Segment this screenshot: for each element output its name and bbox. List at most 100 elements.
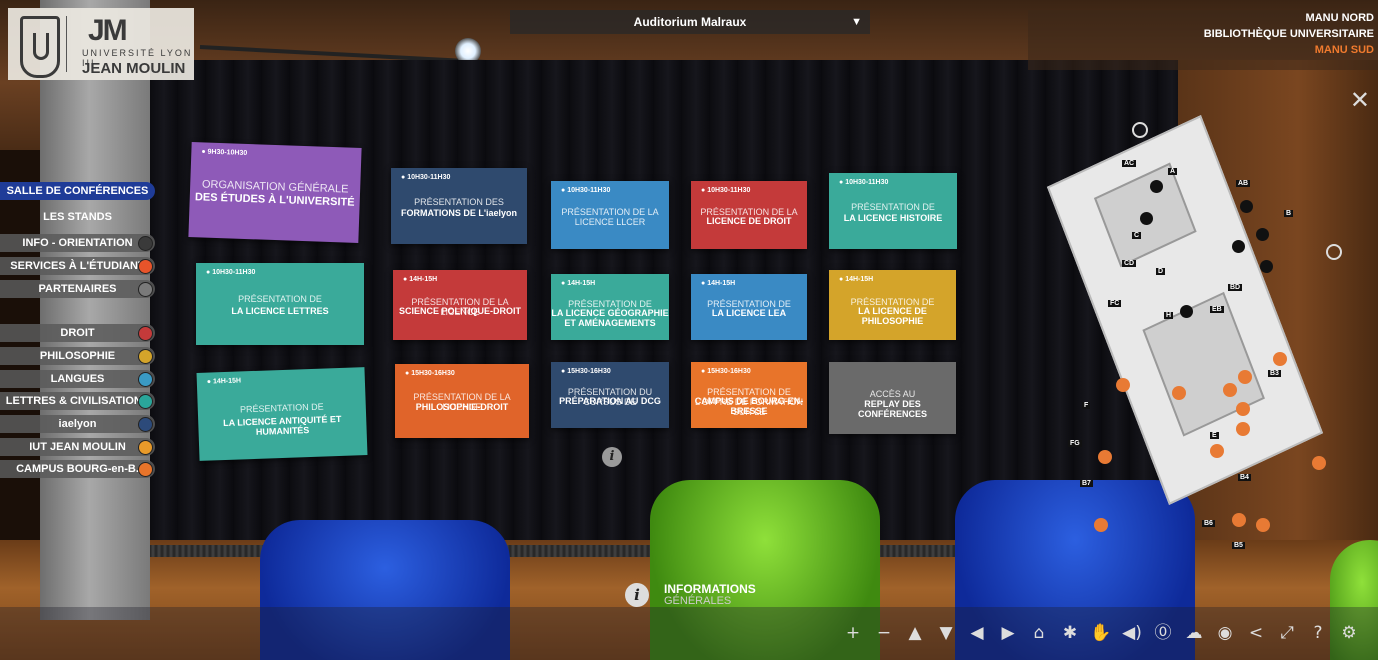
menu-item-philosophie[interactable]: PHILOSOPHIE: [0, 347, 155, 365]
plan-marker: [1256, 228, 1269, 241]
info-icon[interactable]: i: [602, 447, 622, 467]
menu-item-droit[interactable]: DROIT: [0, 324, 155, 342]
plan-label: EB: [1210, 306, 1224, 313]
help-icon[interactable]: ?: [1305, 620, 1331, 646]
menu-item-salle-conferences[interactable]: SALLE DE CONFÉRENCES: [0, 182, 155, 200]
autorotate-icon[interactable]: ✱: [1057, 620, 1083, 646]
zoom-in-icon[interactable]: +: [840, 620, 866, 646]
stand-hotspot[interactable]: [1210, 444, 1224, 458]
stand-hotspot[interactable]: [1236, 402, 1250, 416]
building-nord[interactable]: MANU NORD: [1028, 10, 1374, 26]
conference-panel[interactable]: 10H30-11H30 PRÉSENTATION DE LA LICENCE D…: [691, 181, 807, 249]
crest-icon: [20, 16, 60, 78]
info-title: INFORMATIONS: [664, 582, 756, 596]
plan-label: B6: [1202, 520, 1215, 527]
menu-item-les-stands[interactable]: LES STANDS: [0, 208, 155, 226]
floor-plan[interactable]: AC A AB B C CD D BD FC H EB B3 F FG E B7…: [1046, 114, 1342, 590]
plan-marker: [1140, 212, 1153, 225]
view-point[interactable]: [1326, 244, 1342, 260]
menu-item-services[interactable]: SERVICES À L'ÉTUDIANT: [0, 257, 155, 275]
info-icon: i: [625, 583, 649, 607]
view-point[interactable]: [1132, 122, 1148, 138]
tilt-up-icon[interactable]: ▲: [902, 620, 928, 646]
menu-item-campus-bourg[interactable]: CAMPUS BOURG-en-B.: [0, 460, 155, 478]
plan-label: F: [1082, 402, 1091, 409]
color-dot: [138, 349, 153, 364]
building-sud[interactable]: MANU SUD: [1028, 42, 1374, 58]
stand-hotspot[interactable]: [1116, 378, 1130, 392]
conference-panel[interactable]: 15H30-16H30 PRÉSENTATION DE L'OFFRE DE F…: [691, 362, 807, 428]
plan-label: B7: [1080, 480, 1093, 487]
conference-panel[interactable]: 10H30-11H30 PRÉSENTATION DE LA LICENCE H…: [829, 173, 957, 249]
menu-item-lettres[interactable]: LETTRES & CIVILISATIONS: [0, 392, 155, 410]
menu-item-partenaires[interactable]: PARTENAIRES: [0, 280, 155, 298]
tilt-down-icon[interactable]: ▼: [933, 620, 959, 646]
close-icon[interactable]: ✕: [1350, 86, 1370, 115]
stand-hotspot[interactable]: [1256, 518, 1270, 532]
vr-icon[interactable]: ☁: [1181, 620, 1207, 646]
menu-item-iaelyon[interactable]: iaelyon: [0, 415, 155, 433]
plan-label: FC: [1108, 300, 1122, 307]
color-dot: [138, 462, 153, 477]
plan-label: B: [1284, 210, 1294, 217]
conference-panel[interactable]: 10H30-11H30 PRÉSENTATION DE LA LICENCE L…: [551, 181, 669, 249]
plan-label: BD: [1228, 284, 1243, 291]
color-dot: [138, 440, 153, 455]
plan-marker: [1240, 200, 1253, 213]
stand-hotspot[interactable]: [1098, 450, 1112, 464]
plan-label: CD: [1122, 260, 1137, 267]
gyroscope-icon[interactable]: ⓪: [1150, 620, 1176, 646]
sound-icon[interactable]: ◀): [1119, 620, 1145, 646]
home-icon[interactable]: ⌂: [1026, 620, 1052, 646]
general-info-button[interactable]: i INFORMATIONS GÉNÉRALES: [620, 580, 780, 610]
university-logo[interactable]: JM UNIVERSITÉ LYON III JEAN MOULIN: [8, 8, 194, 80]
pan-left-icon[interactable]: ◀: [964, 620, 990, 646]
conference-panel[interactable]: 15H30-16H30 PRÉSENTATION DE LA LICENCE P…: [395, 364, 529, 438]
fullscreen-icon[interactable]: ⤢: [1274, 620, 1300, 646]
color-dot: [138, 394, 153, 409]
color-dot: [138, 372, 153, 387]
conference-panel[interactable]: 10H30-11H30 PRÉSENTATION DE LA LICENCE L…: [196, 263, 364, 345]
conference-panel[interactable]: 9H30-10H30 ORGANISATION GÉNÉRALE DES ÉTU…: [188, 142, 362, 243]
conference-panel[interactable]: 14H-15H PRÉSENTATION DE LA LICENCE DE PH…: [829, 270, 956, 340]
conference-panel[interactable]: 15H30-16H30 PRÉSENTATION DU CURSUS DE PR…: [551, 362, 669, 428]
plan-marker: [1180, 305, 1193, 318]
plan-label: D: [1156, 268, 1166, 275]
conference-panel[interactable]: 14H-15H PRÉSENTATION DE LA LICENCE GÉOGR…: [551, 274, 669, 340]
building-biblio[interactable]: BIBLIOTHÈQUE UNIVERSITAIRE: [1028, 26, 1374, 42]
concrete-pillar: [40, 0, 150, 620]
plan-marker: [1232, 240, 1245, 253]
conference-panel[interactable]: 14H-15H PRÉSENTATION DE LA LICENCE ANTIQ…: [196, 367, 368, 461]
plan-label: H: [1164, 312, 1174, 319]
plan-label: B5: [1232, 542, 1245, 549]
plan-label: A: [1168, 168, 1178, 175]
settings-icon[interactable]: ⚙: [1336, 620, 1362, 646]
menu-item-iut[interactable]: IUT JEAN MOULIN: [0, 438, 155, 456]
menu-item-info-orientation[interactable]: INFO - ORIENTATION: [0, 234, 155, 252]
stand-hotspot[interactable]: [1236, 422, 1250, 436]
menu-item-langues[interactable]: LANGUES: [0, 370, 155, 388]
conference-panel[interactable]: 10H30-11H30 PRÉSENTATION DES FORMATIONS …: [391, 168, 527, 244]
color-dot: [138, 282, 153, 297]
conference-panel[interactable]: 14H-15H PRÉSENTATION DE LA LICENCE LEA: [691, 274, 807, 340]
pan-right-icon[interactable]: ▶: [995, 620, 1021, 646]
stand-hotspot[interactable]: [1094, 518, 1108, 532]
stand-hotspot[interactable]: [1232, 513, 1246, 527]
stand-hotspot[interactable]: [1238, 370, 1252, 384]
stand-hotspot[interactable]: [1273, 352, 1287, 366]
room-select[interactable]: Auditorium Malraux ▼: [510, 10, 870, 34]
info-subtitle: GÉNÉRALES: [664, 595, 732, 607]
stand-hotspot[interactable]: [1312, 456, 1326, 470]
share-icon[interactable]: <: [1243, 620, 1269, 646]
chevron-down-icon: ▼: [851, 16, 862, 28]
plan-marker: [1150, 180, 1163, 193]
stand-hotspot[interactable]: [1172, 386, 1186, 400]
plan-label: B3: [1268, 370, 1281, 377]
globe-icon[interactable]: ◉: [1212, 620, 1238, 646]
hand-icon[interactable]: ✋: [1088, 620, 1114, 646]
stand-hotspot[interactable]: [1223, 383, 1237, 397]
conference-panel[interactable]: 14H-15H PRÉSENTATION DE LA LICENCE SCIEN…: [393, 270, 527, 340]
zoom-out-icon[interactable]: −: [871, 620, 897, 646]
plan-label: E: [1210, 432, 1219, 439]
replay-panel[interactable]: ACCÈS AU REPLAY DES CONFÉRENCES: [829, 362, 956, 434]
